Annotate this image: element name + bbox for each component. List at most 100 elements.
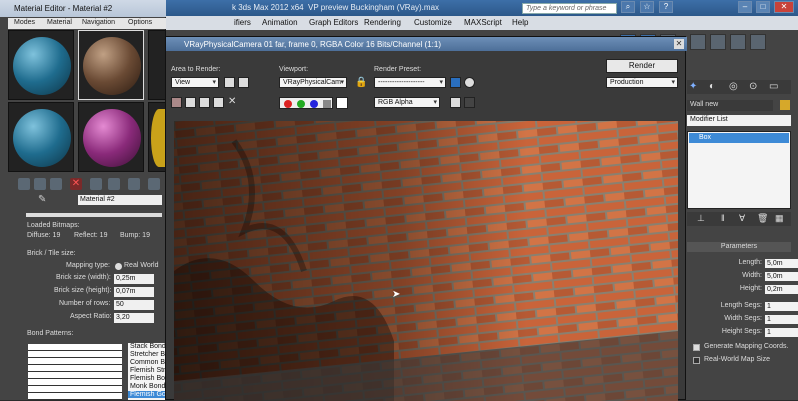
render-image[interactable]: [174, 121, 678, 401]
region-icon[interactable]: [238, 77, 249, 88]
list-item[interactable]: Flemish Bo: [130, 375, 165, 382]
list-item[interactable]: Stretcher B: [130, 351, 165, 358]
object-color-swatch[interactable]: [780, 100, 790, 110]
close-button[interactable]: ✕: [774, 1, 794, 13]
show-end-result-icon[interactable]: ‖: [721, 213, 725, 223]
length-spinner[interactable]: 5,0m: [765, 259, 798, 268]
make-unique-icon[interactable]: ∀: [739, 213, 745, 224]
parameters-rollout[interactable]: Parameters: [687, 242, 791, 252]
blue-channel-icon[interactable]: [310, 100, 318, 108]
render-iterative-icon[interactable]: [750, 34, 766, 50]
material-name-field[interactable]: Material #2: [78, 195, 162, 205]
menu-material[interactable]: Material: [47, 19, 72, 26]
eyedropper-icon[interactable]: ✎: [38, 194, 46, 205]
get-material-icon[interactable]: [18, 178, 30, 190]
menu-customize[interactable]: Customize: [414, 18, 452, 27]
real-world-radio[interactable]: [115, 263, 122, 270]
configure-icon[interactable]: ▦: [775, 213, 784, 224]
put-to-library-icon[interactable]: [128, 178, 140, 190]
width-segs-spinner[interactable]: 1: [765, 315, 798, 324]
modify-tab-icon[interactable]: ◐: [709, 81, 715, 92]
length-segs-spinner[interactable]: 1: [765, 302, 798, 311]
material-slot[interactable]: [8, 102, 74, 172]
compare-icon[interactable]: [450, 97, 461, 108]
height-spinner[interactable]: 0,2m: [765, 285, 798, 294]
search-input[interactable]: Type a keyword or phrase: [522, 3, 617, 14]
aspect-ratio-spinner[interactable]: 3,20: [114, 313, 154, 323]
alpha-channel-icon[interactable]: [323, 100, 331, 108]
clone-image-icon[interactable]: [199, 97, 210, 108]
maximize-button[interactable]: □: [756, 1, 770, 13]
list-item[interactable]: Common B: [130, 359, 165, 366]
help-icon[interactable]: ?: [659, 1, 673, 13]
stack-item-box[interactable]: Box: [689, 133, 789, 143]
crop-icon[interactable]: [224, 77, 235, 88]
list-item[interactable]: Flemish Str: [130, 367, 165, 374]
viewport-dropdown[interactable]: VRayPhysicalCam: [279, 77, 347, 88]
show-map-icon[interactable]: [148, 178, 160, 190]
print-icon[interactable]: [213, 97, 224, 108]
list-item[interactable]: Monk Bond: [130, 383, 165, 390]
brick-height-spinner[interactable]: 0,07m: [114, 287, 154, 297]
minimize-button[interactable]: –: [738, 1, 752, 13]
material-slot[interactable]: [148, 30, 166, 100]
pin-stack-icon[interactable]: ⊥: [697, 213, 705, 224]
hierarchy-tab-icon[interactable]: ◎: [729, 81, 738, 92]
put-to-scene-icon[interactable]: [34, 178, 46, 190]
render-production-icon[interactable]: [730, 34, 746, 50]
render-frame-icon[interactable]: [710, 34, 726, 50]
rows-spinner[interactable]: 50: [114, 300, 154, 310]
height-segs-spinner[interactable]: 1: [765, 328, 798, 337]
object-name-field[interactable]: Wall new: [687, 100, 773, 111]
create-tab-icon[interactable]: ✦: [689, 81, 697, 92]
green-channel-icon[interactable]: [297, 100, 305, 108]
active-shade-icon[interactable]: [464, 77, 475, 88]
menu-navigation[interactable]: Navigation: [82, 19, 115, 26]
preset-save-icon[interactable]: [450, 77, 461, 88]
render-mode-dropdown[interactable]: Production: [606, 77, 678, 88]
list-item[interactable]: Stack Bond: [130, 343, 166, 350]
binoculars-icon[interactable]: ⌕: [621, 1, 635, 13]
make-unique-icon[interactable]: [108, 178, 120, 190]
display-tab-icon[interactable]: ▭: [769, 81, 778, 92]
bond-pattern-list[interactable]: Stack Bond Stretcher B Common B Flemish …: [128, 343, 166, 400]
modifier-list-dropdown[interactable]: Modifier List: [687, 115, 791, 126]
clear-icon[interactable]: ✕: [228, 96, 236, 107]
motion-tab-icon[interactable]: ⊙: [749, 81, 757, 92]
material-slot[interactable]: [78, 102, 144, 172]
render-preset-dropdown[interactable]: --------------------: [374, 77, 446, 88]
menu-options[interactable]: Options: [128, 19, 152, 26]
real-world-checkbox[interactable]: [693, 357, 700, 364]
menu-modifiers[interactable]: ifiers: [234, 18, 251, 27]
reset-icon[interactable]: ✕: [70, 178, 82, 190]
copy-material-icon[interactable]: [90, 178, 102, 190]
menu-modes[interactable]: Modes: [14, 19, 35, 26]
area-to-render-dropdown[interactable]: View: [171, 77, 219, 88]
material-slot[interactable]: [78, 30, 144, 100]
menu-help[interactable]: Help: [512, 18, 528, 27]
material-slot[interactable]: [148, 102, 167, 172]
color-swatch[interactable]: [336, 97, 348, 109]
width-spinner[interactable]: 5,0m: [765, 272, 798, 281]
remove-modifier-icon[interactable]: 🗑: [757, 213, 768, 224]
render-setup-icon[interactable]: [690, 34, 706, 50]
monochrome-icon[interactable]: [464, 97, 475, 108]
brick-width-spinner[interactable]: 0,25m: [114, 274, 154, 284]
menu-graph-editors[interactable]: Graph Editors: [309, 18, 358, 27]
generate-mapping-checkbox[interactable]: [693, 344, 700, 351]
channel-dropdown[interactable]: RGB Alpha: [374, 97, 440, 108]
close-icon[interactable]: ✕: [674, 39, 684, 49]
menu-animation[interactable]: Animation: [262, 18, 298, 27]
lock-icon[interactable]: 🔒: [355, 77, 367, 88]
red-channel-icon[interactable]: [284, 100, 292, 108]
material-slot[interactable]: [8, 30, 74, 100]
menu-rendering[interactable]: Rendering: [364, 18, 401, 27]
list-item-selected[interactable]: Flemish Go: [128, 391, 166, 398]
mapping-type-label: Mapping type:: [66, 262, 110, 269]
save-image-icon[interactable]: [171, 97, 182, 108]
copy-image-icon[interactable]: [185, 97, 196, 108]
assign-material-icon[interactable]: [50, 178, 62, 190]
star-icon[interactable]: ☆: [640, 1, 654, 13]
render-button[interactable]: Render: [606, 59, 678, 73]
menu-maxscript[interactable]: MAXScript: [464, 18, 502, 27]
